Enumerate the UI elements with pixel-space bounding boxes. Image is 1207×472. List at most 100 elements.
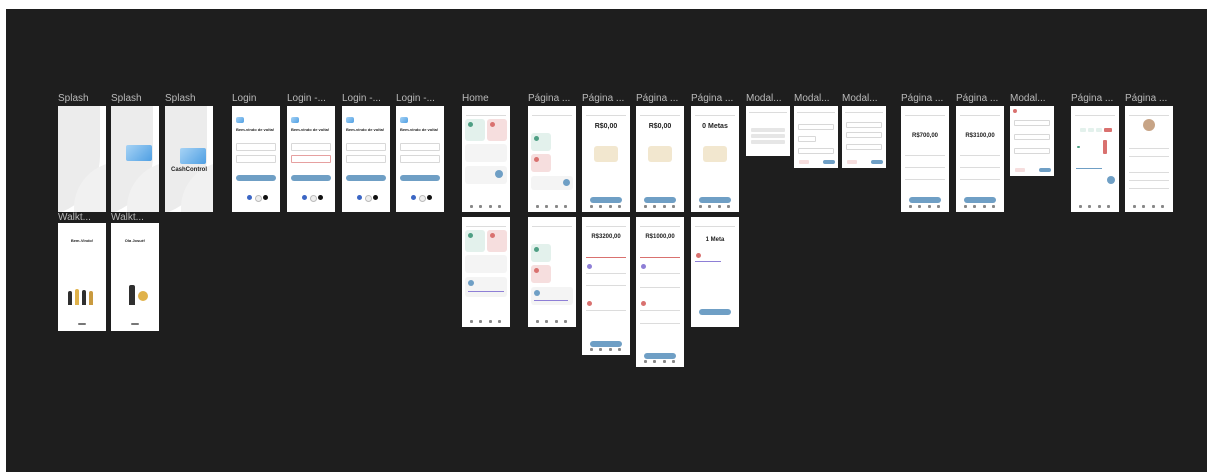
google-icon[interactable] bbox=[255, 195, 262, 202]
tab-wallet-icon[interactable] bbox=[599, 205, 602, 208]
frame-pagina-income-list[interactable]: R$3200,00 bbox=[582, 217, 630, 355]
tab-wallet-icon[interactable] bbox=[479, 205, 482, 208]
frame-label-pagina-3[interactable]: Página ... bbox=[636, 93, 684, 104]
tab-bar[interactable] bbox=[636, 359, 684, 365]
tab-wallet-icon[interactable] bbox=[599, 348, 602, 351]
filter-chip[interactable] bbox=[1088, 128, 1094, 132]
add-goal-button[interactable] bbox=[699, 309, 731, 315]
tab-home-icon[interactable] bbox=[964, 205, 967, 208]
balance-card[interactable] bbox=[465, 144, 507, 162]
frame-modal-add-income[interactable] bbox=[794, 106, 838, 168]
add-goal-icon[interactable] bbox=[563, 179, 570, 186]
email-field[interactable] bbox=[400, 143, 440, 151]
tab-home-icon[interactable] bbox=[590, 205, 593, 208]
expense-card[interactable] bbox=[487, 230, 507, 252]
frame-modal-calendar[interactable] bbox=[746, 106, 790, 156]
tab-bar[interactable] bbox=[691, 204, 739, 210]
frame-label-splash-3[interactable]: Splash bbox=[165, 93, 213, 104]
modal-description-field[interactable] bbox=[846, 144, 882, 150]
facebook-icon[interactable] bbox=[411, 195, 416, 200]
frame-login-4[interactable]: Bem-vindo de volta! bbox=[396, 106, 444, 212]
tab-profile-icon[interactable] bbox=[937, 205, 940, 208]
modal-save-button[interactable] bbox=[1039, 168, 1051, 172]
add-goal-icon[interactable] bbox=[1107, 176, 1115, 184]
goal-date-field[interactable] bbox=[1014, 148, 1050, 154]
frame-login[interactable]: Bem-vindo de volta! bbox=[232, 106, 280, 212]
frame-label-walkthrough-2[interactable]: Walkt... bbox=[111, 212, 157, 223]
tab-home-icon[interactable] bbox=[1133, 205, 1136, 208]
income-card[interactable] bbox=[465, 119, 485, 141]
filter-chip[interactable] bbox=[1096, 128, 1102, 132]
expense-card[interactable] bbox=[531, 265, 551, 283]
modal-description-field[interactable] bbox=[798, 148, 834, 154]
frame-pagina-income-empty[interactable]: R$0,00 bbox=[582, 106, 630, 212]
goals-card[interactable] bbox=[465, 166, 507, 184]
add-income-button[interactable] bbox=[590, 197, 622, 203]
income-card[interactable] bbox=[531, 244, 551, 262]
frame-label-pagina-7[interactable]: Página ... bbox=[1071, 93, 1119, 104]
frame-label-login[interactable]: Login bbox=[232, 93, 280, 104]
frame-pagina-report[interactable] bbox=[1071, 106, 1119, 212]
calendar-week-row[interactable] bbox=[751, 140, 785, 144]
facebook-icon[interactable] bbox=[357, 195, 362, 200]
calendar-week-row[interactable] bbox=[751, 134, 785, 138]
frame-label-pagina-6[interactable]: Página ... bbox=[956, 93, 1004, 104]
tab-bar[interactable] bbox=[462, 319, 510, 325]
frame-label-pagina-5[interactable]: Página ... bbox=[901, 93, 949, 104]
tab-wallet-icon[interactable] bbox=[653, 360, 656, 363]
avatar[interactable] bbox=[1143, 119, 1155, 131]
add-transaction-button[interactable] bbox=[964, 197, 996, 203]
tab-profile-icon[interactable] bbox=[618, 348, 621, 351]
tab-home-icon[interactable] bbox=[909, 205, 912, 208]
modal-value-field[interactable] bbox=[798, 124, 834, 130]
google-icon[interactable] bbox=[310, 195, 317, 202]
tab-profile-icon[interactable] bbox=[618, 205, 621, 208]
tab-goals-icon[interactable] bbox=[555, 205, 558, 208]
password-field[interactable] bbox=[291, 155, 331, 163]
frame-pagina-balance-700[interactable]: R$700,00 bbox=[901, 106, 949, 212]
goals-card[interactable] bbox=[531, 287, 573, 305]
tab-wallet-icon[interactable] bbox=[1088, 205, 1091, 208]
modal-cancel-button[interactable] bbox=[847, 160, 857, 164]
goal-name-field[interactable] bbox=[1014, 120, 1050, 126]
tab-wallet-icon[interactable] bbox=[545, 320, 548, 323]
facebook-icon[interactable] bbox=[302, 195, 307, 200]
add-goal-icon[interactable] bbox=[495, 170, 503, 178]
expense-card[interactable] bbox=[487, 119, 507, 141]
tab-bar[interactable] bbox=[528, 319, 576, 325]
frame-label-modal-2[interactable]: Modal... bbox=[794, 93, 838, 104]
modal-save-button[interactable] bbox=[871, 160, 883, 164]
modal-save-button[interactable] bbox=[823, 160, 835, 164]
tab-bar[interactable] bbox=[1125, 204, 1173, 210]
filter-chip[interactable] bbox=[1080, 128, 1086, 132]
tab-home-icon[interactable] bbox=[470, 205, 473, 208]
add-goal-button[interactable] bbox=[699, 197, 731, 203]
login-button[interactable] bbox=[236, 175, 276, 181]
frame-label-splash-1[interactable]: Splash bbox=[58, 93, 106, 104]
frame-label-walkthrough-1[interactable]: Walkt... bbox=[58, 212, 104, 223]
tab-wallet-icon[interactable] bbox=[708, 205, 711, 208]
tab-home-icon[interactable] bbox=[1079, 205, 1082, 208]
frame-pagina-1[interactable] bbox=[528, 106, 576, 212]
expense-card[interactable] bbox=[531, 154, 551, 172]
tab-profile-icon[interactable] bbox=[992, 205, 995, 208]
tab-profile-icon[interactable] bbox=[564, 205, 567, 208]
modal-cancel-button[interactable] bbox=[1015, 168, 1025, 172]
password-field[interactable] bbox=[236, 155, 276, 163]
tab-wallet-icon[interactable] bbox=[545, 205, 548, 208]
tab-goals-icon[interactable] bbox=[1098, 205, 1101, 208]
balance-card[interactable] bbox=[465, 255, 507, 273]
tab-profile-icon[interactable] bbox=[498, 205, 501, 208]
tab-profile-icon[interactable] bbox=[727, 205, 730, 208]
frame-pagina-profile[interactable] bbox=[1125, 106, 1173, 212]
frame-label-login-4[interactable]: Login -... bbox=[396, 93, 444, 104]
tab-goals-icon[interactable] bbox=[489, 205, 492, 208]
modal-value-field[interactable] bbox=[846, 122, 882, 128]
frame-walkthrough-2[interactable]: Ola Josué! bbox=[111, 223, 159, 331]
frame-pagina-balance-3100[interactable]: R$3100,00 bbox=[956, 106, 1004, 212]
frame-label-modal-3[interactable]: Modal... bbox=[842, 93, 886, 104]
tab-home-icon[interactable] bbox=[536, 320, 539, 323]
tab-home-icon[interactable] bbox=[590, 348, 593, 351]
tab-home-icon[interactable] bbox=[470, 320, 473, 323]
tab-bar[interactable] bbox=[582, 204, 630, 210]
